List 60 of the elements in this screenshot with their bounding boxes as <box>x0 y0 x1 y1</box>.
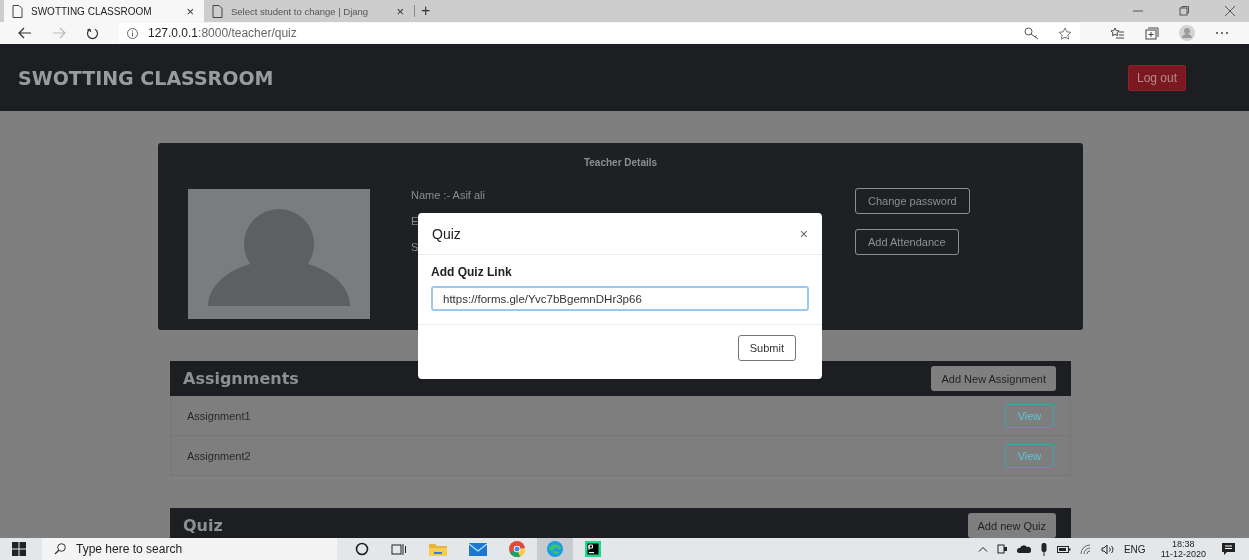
field-label: Add Quiz Link <box>431 265 513 279</box>
detail-text: S <box>411 241 420 253</box>
add-quiz-button[interactable]: Add new Quiz <box>967 513 1056 538</box>
star-icon[interactable] <box>1058 26 1072 40</box>
chrome-icon[interactable] <box>509 541 525 557</box>
volume-icon[interactable] <box>1100 543 1115 555</box>
brand-title[interactable]: SWOTTING CLASSROOM <box>18 66 274 89</box>
key-icon[interactable] <box>1024 26 1040 40</box>
avatar-placeholder-icon <box>188 189 370 319</box>
close-tab-button[interactable]: × <box>186 3 194 19</box>
assignment-name: Assignment2 <box>187 449 251 462</box>
taskbar-search-field[interactable]: Type here to search <box>42 538 337 560</box>
panel-title: Quiz <box>183 516 223 535</box>
card-title: Teacher Details <box>582 157 659 168</box>
favorites-icon[interactable] <box>1110 26 1125 40</box>
info-icon <box>127 27 138 39</box>
cloud-icon[interactable] <box>1016 545 1031 553</box>
browser-tab[interactable]: SWOTTING CLASSROOM × <box>4 0 204 22</box>
battery-icon[interactable] <box>1056 544 1071 554</box>
detail-text: E <box>411 215 420 227</box>
panel-title: Assignments <box>183 369 299 388</box>
microphone-icon[interactable] <box>1039 542 1048 556</box>
back-icon[interactable] <box>18 27 32 39</box>
mail-icon[interactable] <box>469 542 487 556</box>
dialog-title: Quiz <box>432 225 461 242</box>
submit-button[interactable]: Submit <box>737 335 796 361</box>
detail-text: Name :- Asif ali <box>411 189 486 201</box>
quiz-link-input[interactable]: https://forms.gle/Yvc7bBgemnDHr3p66 <box>431 286 809 311</box>
refresh-icon[interactable] <box>86 26 99 40</box>
add-assignment-button[interactable]: Add New Assignment <box>931 366 1056 391</box>
language-indicator[interactable]: ENG <box>1123 543 1146 555</box>
outline-button[interactable]: Add Attendance <box>855 229 959 255</box>
page-icon <box>212 4 223 18</box>
profile-icon[interactable] <box>1179 25 1195 41</box>
cortana-icon[interactable] <box>355 542 369 556</box>
meet-now-icon[interactable] <box>996 543 1008 555</box>
notification-icon[interactable] <box>1221 541 1237 557</box>
close-button[interactable]: × <box>799 225 808 242</box>
windows-start-icon[interactable] <box>12 542 26 556</box>
logout-button[interactable]: Log out <box>1128 64 1186 91</box>
close-icon[interactable] <box>1225 6 1235 16</box>
page-icon <box>12 4 23 18</box>
close-tab-button[interactable]: × <box>396 3 404 19</box>
collections-icon[interactable] <box>1145 26 1159 40</box>
pycharm-icon[interactable] <box>585 541 601 557</box>
address-bar[interactable]: 127.0.0.1:8000/teacher/quiz <box>119 23 1080 43</box>
clock-time[interactable]: 18:38 <box>1172 539 1195 549</box>
assignment-name: Assignment1 <box>187 409 251 422</box>
task-view-icon[interactable] <box>391 542 407 556</box>
browser-tab[interactable]: Select student to change | Djang × <box>204 0 414 22</box>
tab-title: Select student to change | Djang <box>231 5 370 17</box>
more-icon[interactable] <box>1215 31 1229 35</box>
tab-title: SWOTTING CLASSROOM <box>31 5 153 17</box>
restore-icon[interactable] <box>1179 6 1189 16</box>
outline-button[interactable]: Change password <box>855 188 970 214</box>
new-tab-button[interactable]: + <box>414 5 431 17</box>
caret-up-icon[interactable] <box>977 546 988 552</box>
wifi-icon[interactable] <box>1079 543 1092 555</box>
folder-icon[interactable] <box>429 542 447 556</box>
clock-date[interactable]: 11-12-2020 <box>1160 549 1206 559</box>
